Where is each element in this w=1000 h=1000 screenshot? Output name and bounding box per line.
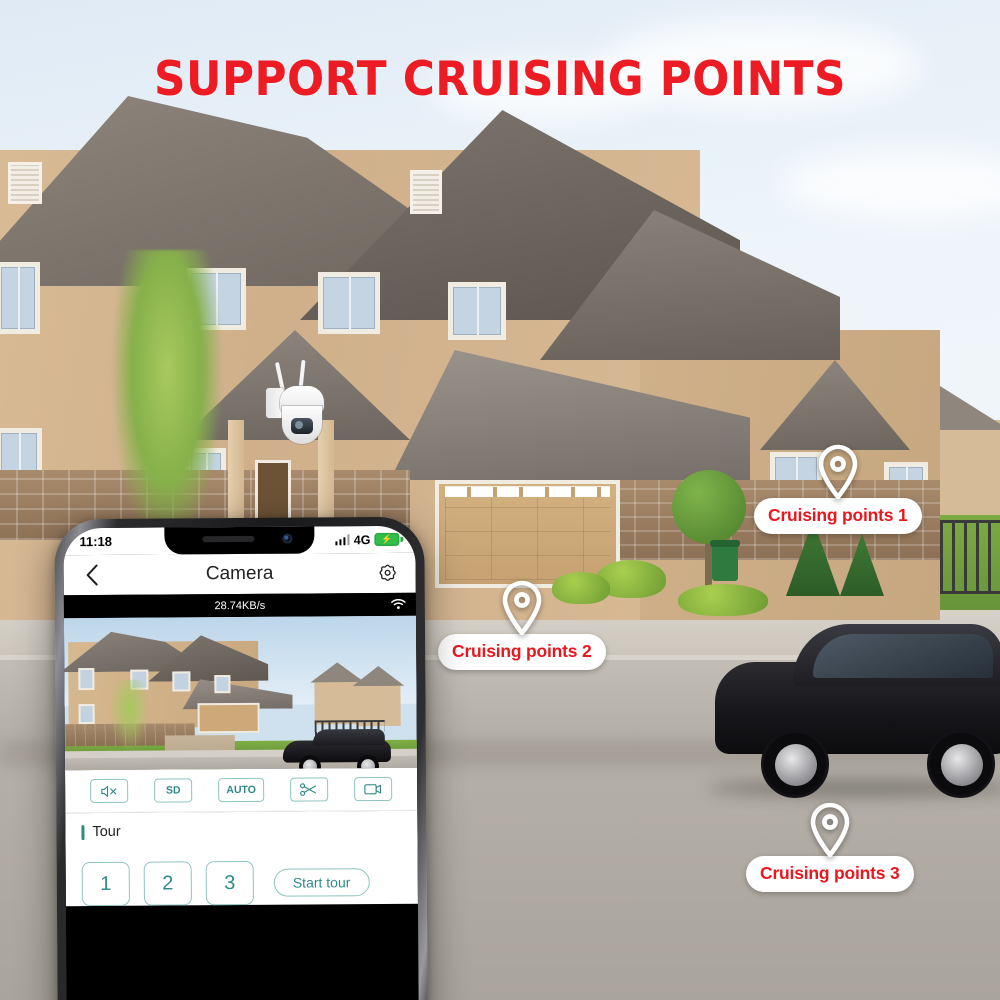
phone-mockup: 11:18 4G ⚡ Camera 28.74KB/s SD AUTO Tour… (54, 516, 428, 1000)
preview-window (214, 675, 231, 694)
preview-garage-door (197, 702, 260, 734)
cellular-signal-icon (335, 534, 350, 546)
car-window (813, 634, 993, 678)
preview-window (172, 671, 191, 692)
garage-panels (445, 498, 610, 580)
preview-car-roof (312, 728, 385, 746)
auto-button[interactable]: AUTO (218, 777, 264, 803)
live-video-preview[interactable] (63, 615, 418, 771)
bitrate-label: 28.74KB/s (214, 599, 266, 612)
map-pin-icon (816, 444, 860, 500)
car-wheel (761, 730, 829, 798)
cruising-point-marker-2[interactable]: Cruising points 2 (438, 580, 606, 670)
cruising-point-marker-3[interactable]: Cruising points 3 (746, 802, 914, 892)
car-wheel (927, 730, 995, 798)
tree (112, 250, 222, 550)
map-pin-icon (808, 802, 852, 858)
front-camera-icon (282, 533, 293, 544)
cruising-point-label: Cruising points 1 (754, 498, 922, 534)
preview-window (78, 704, 95, 725)
battery-charging-icon: ⚡ (374, 532, 400, 547)
phone-notch (164, 526, 315, 555)
page-title: Camera (205, 562, 274, 585)
earpiece-speaker-icon (202, 535, 255, 543)
tour-section: Tour 1 2 3 Start tour (65, 810, 418, 907)
window (318, 272, 380, 334)
preview-window (78, 668, 95, 691)
cruising-point-marker-1[interactable]: Cruising points 1 (754, 444, 922, 534)
scissors-icon (300, 783, 317, 796)
section-accent-bar (81, 824, 85, 840)
tour-header: Tour (81, 822, 401, 840)
shrub (678, 584, 768, 616)
map-pin-icon (500, 580, 544, 636)
preview-suv (282, 728, 393, 771)
settings-button[interactable] (375, 560, 401, 586)
record-button[interactable] (353, 776, 393, 802)
back-button[interactable] (79, 562, 105, 588)
quality-button[interactable]: SD (154, 778, 193, 803)
window (448, 282, 506, 340)
garage-door (435, 480, 620, 588)
record-video-icon (364, 784, 382, 795)
preview-car-wheel (356, 755, 380, 771)
phone-screen: 11:18 4G ⚡ Camera 28.74KB/s SD AUTO Tour… (63, 525, 419, 1000)
page-headline: SUPPORT CRUISING POINTS (154, 52, 846, 107)
trash-bin (710, 540, 740, 581)
bitrate-bar: 28.74KB/s (63, 592, 416, 619)
mute-button[interactable] (90, 778, 129, 804)
tour-section-title: Tour (92, 823, 121, 841)
chevron-left-icon (86, 564, 98, 586)
parked-suv (707, 620, 1000, 798)
wifi-icon (391, 598, 406, 613)
gear-icon (379, 564, 396, 581)
status-indicators: 4G ⚡ (335, 532, 400, 547)
speaker-mute-icon (101, 785, 117, 797)
tour-preset-2[interactable]: 2 (143, 861, 192, 906)
preview-neighbor-house (314, 678, 361, 725)
garage-windows (445, 486, 610, 497)
tour-preset-3[interactable]: 3 (205, 860, 254, 906)
cruising-point-label: Cruising points 2 (438, 634, 606, 670)
roof-vent (410, 170, 442, 214)
snapshot-button[interactable] (289, 777, 329, 802)
tour-preset-1[interactable]: 1 (81, 861, 130, 907)
window (0, 262, 40, 334)
cruising-point-label: Cruising points 3 (746, 856, 914, 892)
status-time: 11:18 (79, 533, 113, 550)
preview-tree (109, 679, 150, 752)
topiary-tree (672, 470, 746, 544)
ptz-security-camera (262, 359, 340, 446)
network-type-label: 4G (353, 532, 371, 547)
tour-preset-row: 1 2 3 Start tour (81, 860, 402, 907)
video-toolbar: SD AUTO (65, 767, 418, 814)
camera-lens (291, 418, 313, 434)
start-tour-button[interactable]: Start tour (273, 868, 370, 897)
roof-vent (8, 162, 42, 204)
app-nav-bar: Camera (63, 552, 416, 596)
